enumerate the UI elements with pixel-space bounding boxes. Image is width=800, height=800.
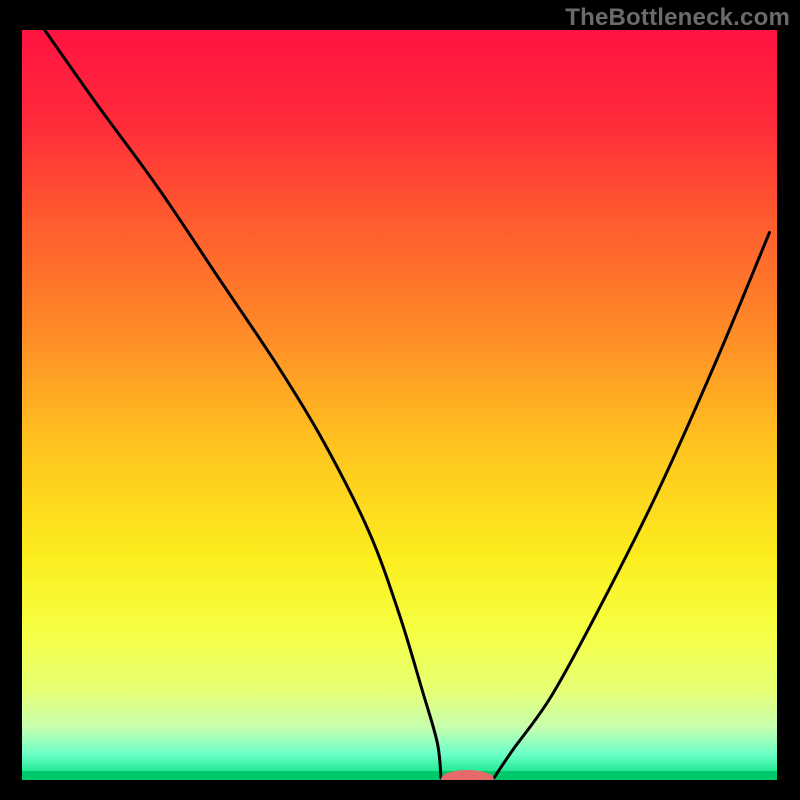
optimal-marker — [441, 770, 494, 788]
baseline-band — [22, 771, 777, 780]
chart-frame: TheBottleneck.com — [0, 0, 800, 800]
bottleneck-chart — [0, 0, 800, 800]
gradient-background — [22, 30, 777, 780]
watermark-text: TheBottleneck.com — [565, 4, 790, 32]
